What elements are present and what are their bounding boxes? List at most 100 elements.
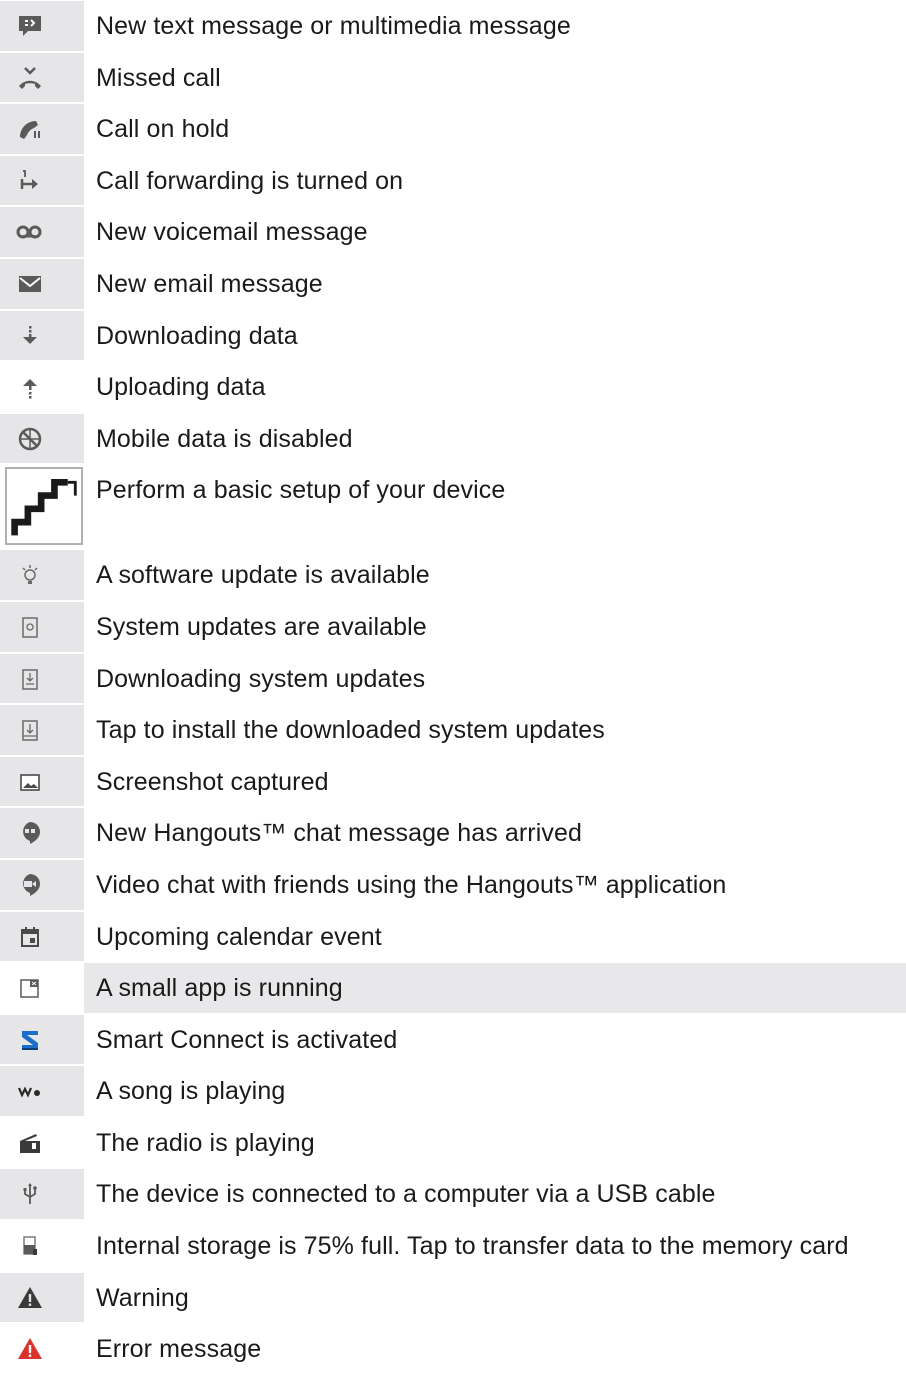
email-icon [19, 275, 41, 292]
icon-cell [0, 1014, 84, 1065]
icon-cell [0, 104, 84, 154]
small-app-icon [20, 979, 39, 998]
icon-cell [0, 1169, 84, 1220]
item-label: Downloading data [96, 321, 298, 350]
list-item: New text message or multimedia message [0, 0, 906, 52]
item-label: Video chat with friends using the Hangou… [96, 870, 727, 899]
install-update-icon [22, 720, 38, 741]
downloading-system-update-icon [22, 668, 38, 690]
item-label: Missed call [96, 63, 221, 92]
item-label: Call forwarding is turned on [96, 166, 404, 195]
item-label: Error message [96, 1335, 262, 1364]
screenshot-icon [20, 773, 40, 791]
item-label: A song is playing [96, 1077, 286, 1106]
item-label: Warning [96, 1283, 189, 1312]
list-item: Video chat with friends using the Hangou… [0, 859, 906, 911]
item-label: A software update is available [96, 561, 430, 590]
lightbulb-icon [22, 565, 38, 585]
item-label: Screenshot captured [96, 767, 329, 796]
list-item: Warning [0, 1272, 906, 1324]
list-item: Call on hold [0, 103, 906, 155]
icon-cell [0, 705, 84, 755]
icon-cell [0, 258, 84, 309]
list-item: Downloading system updates [0, 653, 906, 705]
list-item: System updates are available [0, 601, 906, 653]
list-item: Uploading data [0, 361, 906, 413]
item-label: New voicemail message [96, 218, 368, 247]
list-item: A software update is available [0, 549, 906, 601]
list-item: Internal storage is 75% full. Tap to tra… [0, 1220, 906, 1272]
list-item: The radio is playing [0, 1117, 906, 1169]
call-forwarding-icon [20, 169, 38, 189]
list-item: Missed call [0, 52, 906, 104]
setup-stairs-icon [11, 479, 77, 536]
icon-cell [0, 963, 84, 1013]
item-label: System updates are available [96, 612, 427, 641]
calendar-icon [21, 926, 39, 947]
upload-icon [23, 379, 37, 399]
icon-cell [0, 1221, 84, 1271]
list-item: New Hangouts™ chat message has arrived [0, 807, 906, 859]
error-icon [18, 1338, 42, 1360]
icon-cell [0, 1118, 84, 1168]
item-label: A small app is running [96, 974, 343, 1003]
item-label: Mobile data is disabled [96, 424, 353, 453]
list-item: Screenshot captured [0, 756, 906, 808]
list-item: Downloading data [0, 310, 906, 362]
mobile-data-disabled-icon [18, 427, 42, 450]
icon-cell [0, 207, 84, 257]
icon-cell [0, 653, 84, 704]
usb-icon [23, 1183, 37, 1205]
icon-cell [0, 362, 84, 412]
list-item: Call forwarding is turned on [0, 155, 906, 207]
list-item: A small app is running [0, 962, 906, 1014]
smart-connect-icon [22, 1030, 38, 1050]
item-label: Upcoming calendar event [96, 922, 382, 951]
system-update-icon [22, 617, 38, 638]
icon-cell [0, 310, 84, 361]
item-label: New email message [96, 269, 323, 298]
list-item: Error message [0, 1323, 906, 1375]
hangouts-chat-icon [23, 822, 40, 845]
list-item: New email message [0, 258, 906, 310]
notification-icons-list: New text message or multimedia message M… [0, 0, 906, 1375]
icon-cell [0, 756, 84, 807]
storage-icon [23, 1236, 37, 1256]
hangouts-video-icon [23, 873, 40, 896]
icon-cell [0, 52, 84, 103]
radio-icon [20, 1133, 40, 1153]
sms-message-icon [19, 16, 41, 36]
icon-cell [0, 155, 84, 206]
icon-cell [0, 859, 84, 910]
icon-cell [0, 1272, 84, 1323]
icon-cell [0, 601, 84, 652]
download-icon [23, 325, 37, 344]
voicemail-icon [16, 225, 42, 239]
missed-call-icon [19, 66, 41, 89]
item-label: Tap to install the downloaded system upd… [96, 716, 605, 745]
item-label: Downloading system updates [96, 664, 426, 693]
call-on-hold-icon [20, 121, 40, 140]
list-item: The device is connected to a computer vi… [0, 1168, 906, 1220]
icon-cell [0, 911, 84, 962]
icon-cell [0, 1, 84, 51]
icon-cell [0, 413, 84, 464]
walkman-icon [17, 1086, 40, 1098]
list-item: Tap to install the downloaded system upd… [0, 704, 906, 756]
icon-cell [0, 464, 84, 549]
item-label: The radio is playing [96, 1128, 315, 1157]
list-item: Smart Connect is activated [0, 1014, 906, 1066]
item-label: Uploading data [96, 373, 266, 402]
list-item: Perform a basic setup of your device [0, 464, 906, 549]
list-item: A song is playing [0, 1065, 906, 1117]
item-label: Call on hold [96, 115, 230, 144]
icon-cell [0, 1066, 84, 1116]
item-label: Smart Connect is activated [96, 1025, 398, 1054]
icon-cell [0, 550, 84, 600]
icon-cell [0, 1324, 84, 1374]
item-label: New Hangouts™ chat message has arrived [96, 819, 582, 848]
list-item: Mobile data is disabled [0, 413, 906, 465]
item-label: The device is connected to a computer vi… [96, 1180, 716, 1209]
item-label: Perform a basic setup of your device [96, 476, 506, 505]
icon-cell [0, 808, 84, 858]
